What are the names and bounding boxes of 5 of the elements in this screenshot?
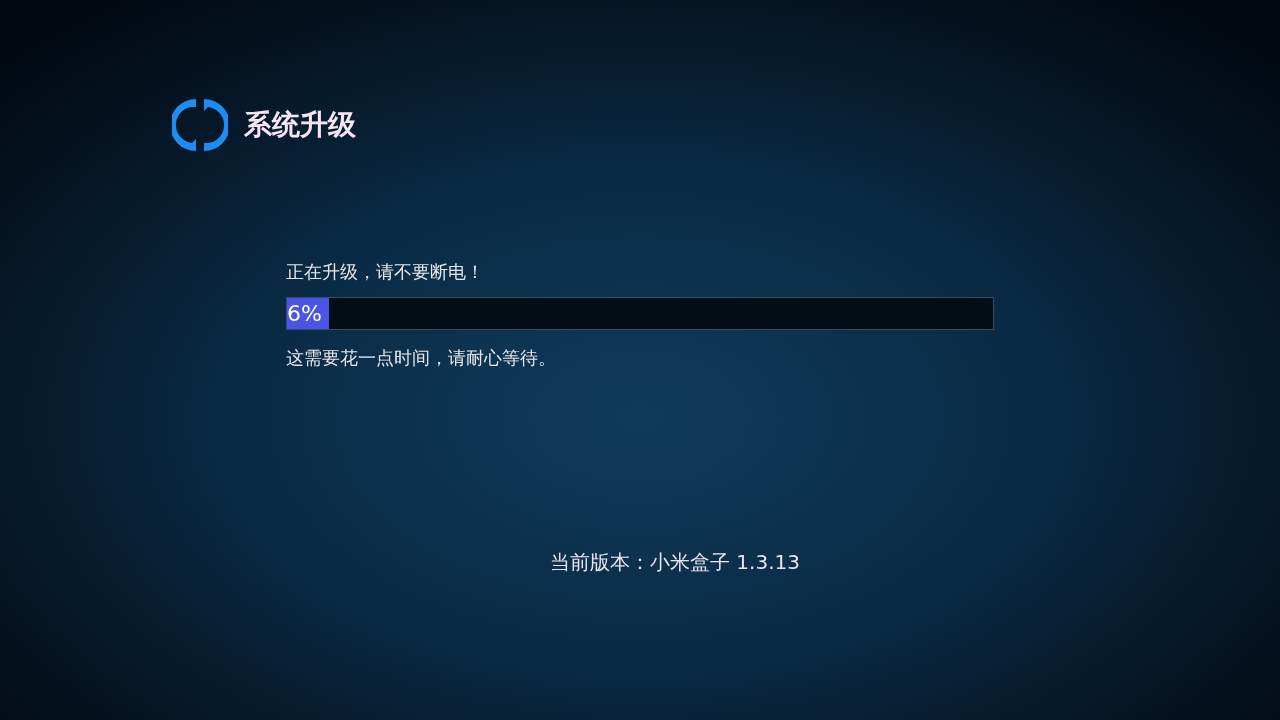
screen-title: 系统升级 <box>244 107 356 143</box>
progress-fill: 6% <box>287 298 330 329</box>
version-text: 当前版本：小米盒子 1.3.13 <box>550 549 800 576</box>
wait-text: 这需要花一点时间，请耐心等待。 <box>286 346 556 370</box>
warning-text: 正在升级，请不要断电！ <box>286 260 484 284</box>
